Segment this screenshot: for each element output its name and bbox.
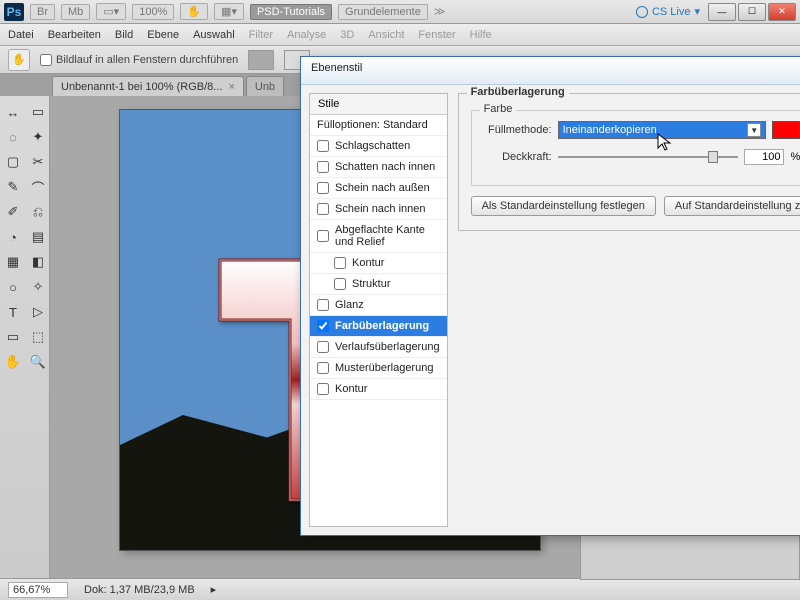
cs-live-label: CS Live [652, 6, 691, 18]
eyedropper-tool[interactable]: ✎ [1, 175, 25, 199]
maximize-button[interactable]: ☐ [738, 3, 766, 21]
minimize-button[interactable]: — [708, 3, 736, 21]
style-bevel-struktur[interactable]: Struktur [310, 274, 447, 295]
section-title: Farbüberlagerung [467, 86, 569, 98]
menu-hilfe[interactable]: Hilfe [470, 29, 492, 41]
menu-analyse[interactable]: Analyse [287, 29, 326, 41]
hand-tool-icon[interactable]: ✋ [8, 49, 30, 71]
type-tool[interactable]: T [1, 300, 25, 324]
fit-screen-button[interactable] [248, 50, 274, 70]
menu-bearbeiten[interactable]: Bearbeiten [48, 29, 101, 41]
blend-mode-value: Ineinanderkopieren [563, 124, 657, 136]
stamp-tool[interactable]: ⎌ [26, 200, 50, 224]
style-settings: Farbüberlagerung Farbe Füllmethode: Inei… [458, 93, 800, 527]
menu-auswahl[interactable]: Auswahl [193, 29, 235, 41]
path-tool[interactable]: ▷ [26, 300, 50, 324]
hand-tool[interactable]: ✋ [1, 350, 25, 374]
lasso-tool[interactable]: ◌ [1, 125, 25, 149]
opacity-label: Deckkraft: [482, 151, 552, 163]
workspace-tutorials[interactable]: PSD-Tutorials [250, 4, 332, 20]
healing-tool[interactable]: ⌒ [26, 175, 50, 199]
menu-bar: Datei Bearbeiten Bild Ebene Auswahl Filt… [0, 24, 800, 46]
brush-tool[interactable]: ✐ [1, 200, 25, 224]
marquee-tool[interactable]: ▭ [26, 100, 50, 124]
style-schein-innen[interactable]: Schein nach innen [310, 199, 447, 220]
3d-tool[interactable]: ⬚ [26, 325, 50, 349]
style-farbueberlagerung[interactable]: Farbüberlagerung [310, 316, 447, 337]
arrange-button[interactable]: ▦▾ [214, 3, 244, 20]
style-bevel-kontur[interactable]: Kontur [310, 253, 447, 274]
crop-tool[interactable]: ▢ [1, 150, 25, 174]
chevron-down-icon: ▾ [694, 5, 700, 18]
screen-mode-button[interactable]: ▭▾ [96, 3, 126, 20]
style-glanz[interactable]: Glanz [310, 295, 447, 316]
menu-filter[interactable]: Filter [249, 29, 273, 41]
pen-tool[interactable]: ✧ [26, 275, 50, 299]
status-bar: 66,67% Dok: 1,37 MB/23,9 MB ▸ [0, 578, 800, 600]
eraser-tool[interactable]: ▤ [26, 225, 50, 249]
styles-list: Stile Fülloptionen: Standard Schlagschat… [309, 93, 448, 527]
chevron-down-icon: ▼ [747, 123, 761, 137]
dodge-tool[interactable]: ○ [1, 275, 25, 299]
menu-3d[interactable]: 3D [340, 29, 354, 41]
style-verlauf[interactable]: Verlaufsüberlagerung [310, 337, 447, 358]
gradient-tool[interactable]: ▦ [1, 250, 25, 274]
history-brush-tool[interactable]: ◔ [1, 225, 25, 249]
reset-default-button[interactable]: Auf Standardeinstellung z [664, 196, 800, 216]
blur-tool[interactable]: ◧ [26, 250, 50, 274]
close-tab-icon[interactable]: × [228, 81, 234, 93]
slider-thumb[interactable] [708, 151, 718, 163]
menu-ebene[interactable]: Ebene [147, 29, 179, 41]
cs-live-menu[interactable]: CS Live ▾ [636, 5, 700, 18]
menu-ansicht[interactable]: Ansicht [368, 29, 404, 41]
style-kontur[interactable]: Kontur [310, 379, 447, 400]
layer-style-dialog: Ebenenstil Stile Fülloptionen: Standard … [300, 56, 800, 536]
menu-datei[interactable]: Datei [8, 29, 34, 41]
workspace-grundelemente[interactable]: Grundelemente [338, 4, 428, 20]
magic-wand-tool[interactable]: ✦ [26, 125, 50, 149]
opacity-slider[interactable] [558, 156, 739, 158]
blend-mode-select[interactable]: Ineinanderkopieren ▼ [558, 121, 767, 139]
zoom-tool[interactable]: 🔍 [26, 350, 50, 374]
set-default-button[interactable]: Als Standardeinstellung festlegen [471, 196, 656, 216]
style-schein-aussen[interactable]: Schein nach außen [310, 178, 447, 199]
more-icon[interactable]: ≫ [434, 5, 446, 18]
toolbox: ↔ ▭ ◌ ✦ ▢ ✂ ✎ ⌒ ✐ ⎌ ◔ ▤ ▦ ◧ ○ ✧ T ▷ ▭ ⬚ … [0, 96, 50, 600]
zoom-level[interactable]: 100% [132, 4, 174, 20]
app-titlebar: Ps Br Mb ▭▾ 100% ✋ ▦▾ PSD-Tutorials Grun… [0, 0, 800, 24]
bridge-button[interactable]: Br [30, 4, 55, 20]
minibridge-button[interactable]: Mb [61, 4, 90, 20]
style-bevel[interactable]: Abgeflachte Kante und Relief [310, 220, 447, 253]
document-tab-label: Unbenannt-1 bei 100% (RGB/8... [61, 81, 222, 93]
doc-size-label: Dok: 1,37 MB/23,9 MB [84, 584, 195, 596]
close-button[interactable]: ✕ [768, 3, 796, 21]
blend-mode-label: Füllmethode: [482, 124, 552, 136]
scroll-all-label: Bildlauf in allen Fenstern durchführen [56, 54, 238, 66]
menu-bild[interactable]: Bild [115, 29, 133, 41]
style-schlagschatten[interactable]: Schlagschatten [310, 136, 447, 157]
cs-live-icon [636, 6, 648, 18]
opacity-input[interactable]: 100 [744, 149, 784, 165]
hand-tool-button[interactable]: ✋ [180, 3, 208, 20]
photoshop-logo: Ps [4, 3, 24, 21]
styles-header[interactable]: Stile [310, 94, 447, 115]
dialog-title: Ebenenstil [301, 57, 800, 85]
style-schatten-innen[interactable]: Schatten nach innen [310, 157, 447, 178]
style-muster[interactable]: Musterüberlagerung [310, 358, 447, 379]
slice-tool[interactable]: ✂ [26, 150, 50, 174]
fill-options-row[interactable]: Fülloptionen: Standard [310, 115, 447, 136]
color-swatch[interactable] [772, 121, 800, 139]
inner-title: Farbe [480, 103, 517, 115]
scroll-all-windows-checkbox[interactable]: Bildlauf in allen Fenstern durchführen [40, 54, 238, 66]
zoom-input[interactable]: 66,67% [8, 582, 68, 598]
shape-tool[interactable]: ▭ [1, 325, 25, 349]
opacity-unit: % [790, 151, 800, 163]
menu-fenster[interactable]: Fenster [418, 29, 455, 41]
document-tab-2[interactable]: Unb [246, 76, 284, 96]
document-tab-label: Unb [255, 81, 275, 93]
document-tab-1[interactable]: Unbenannt-1 bei 100% (RGB/8... × [52, 76, 244, 96]
move-tool[interactable]: ↔ [1, 100, 25, 124]
status-chevron-icon[interactable]: ▸ [211, 583, 217, 596]
